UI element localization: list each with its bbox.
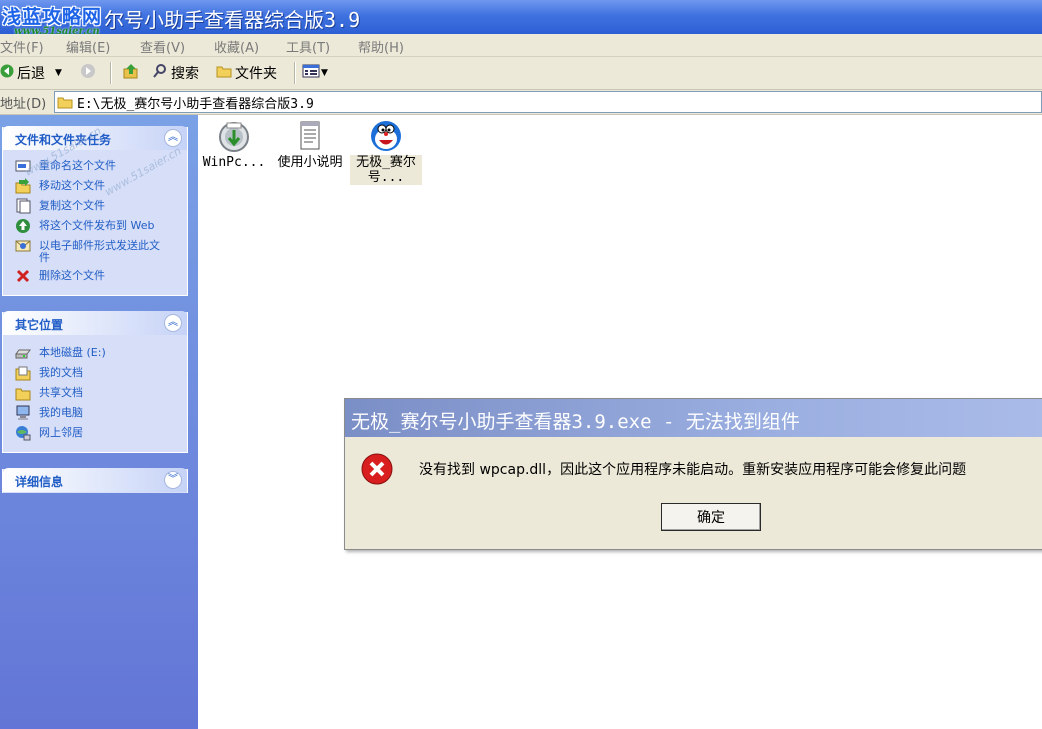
dialog-title: 无极_赛尔号小助手查看器3.9.exe - 无法找到组件 [351, 411, 800, 433]
toolbar-separator [294, 62, 296, 84]
file-name: WinPc... [202, 155, 266, 170]
address-bar: 地址(D) E:\无极_赛尔号小助手查看器综合版3.9 [0, 90, 1042, 115]
task-copy-label: 复制这个文件 [39, 199, 105, 212]
menu-bar: 文件(F) 编辑(E) 查看(V) 收藏(A) 工具(T) 帮助(H) [0, 34, 1042, 57]
menu-favorites[interactable]: 收藏(A) [214, 37, 259, 56]
logo-text: 浅蓝攻略网 [2, 6, 103, 28]
drive-icon [15, 345, 31, 361]
up-folder-button[interactable] [122, 61, 140, 85]
views-dropdown-icon: ▼ [321, 68, 328, 78]
search-label: 搜索 [171, 66, 199, 82]
task-publish-web-label: 将这个文件发布到 Web [39, 219, 155, 232]
collapse-icon[interactable]: ︽ [164, 129, 182, 147]
place-local-disk[interactable]: 本地磁盘 (E:) [3, 343, 187, 363]
menu-tools[interactable]: 工具(T) [286, 37, 330, 56]
task-publish-web[interactable]: 将这个文件发布到 Web [3, 216, 187, 236]
file-item[interactable]: 使用小说明 [274, 115, 346, 170]
views-button[interactable]: ▼ [302, 61, 328, 85]
shared-documents-icon [15, 385, 31, 401]
toolbar: 后退 ▼ 搜索 文件夹 ▼ [0, 57, 1042, 90]
ok-button[interactable]: 确定 [661, 503, 761, 531]
task-email[interactable]: 以电子邮件形式发送此文件 [3, 236, 187, 266]
up-folder-icon [122, 62, 140, 84]
copy-icon [15, 198, 31, 214]
window-title: 尔号小助手查看器综合版3.9 [104, 8, 361, 32]
forward-button[interactable] [80, 61, 96, 85]
address-input[interactable]: E:\无极_赛尔号小助手查看器综合版3.9 [54, 91, 1042, 113]
email-icon [15, 238, 31, 254]
publish-web-icon [15, 218, 31, 234]
delete-icon [15, 268, 31, 284]
folder-icon [216, 64, 232, 82]
task-pane: 文件和文件夹任务 ︽ 重命名这个文件 移动这个文件 复制这个文件 将这个文件发布… [0, 115, 198, 729]
task-delete[interactable]: 删除这个文件 [3, 266, 187, 286]
task-delete-label: 删除这个文件 [39, 269, 105, 282]
place-shared-documents-label: 共享文档 [39, 386, 83, 399]
folders-button[interactable]: 文件夹 [216, 61, 277, 85]
network-icon [15, 425, 31, 441]
site-logo: 浅蓝攻略网 www.51saier.cn [0, 2, 124, 42]
error-dialog: 无极_赛尔号小助手查看器3.9.exe - 无法找到组件 没有找到 wpcap.… [344, 398, 1042, 550]
search-icon [152, 63, 168, 83]
forward-arrow-icon [80, 63, 96, 83]
place-my-documents[interactable]: 我的文档 [3, 363, 187, 383]
task-email-label: 以电子邮件形式发送此文件 [39, 239, 160, 264]
place-my-computer-label: 我的电脑 [39, 406, 83, 419]
place-my-documents-label: 我的文档 [39, 366, 83, 379]
file-name: 无极_赛尔号... [350, 155, 422, 185]
views-icon [302, 64, 320, 82]
dialog-title-bar[interactable]: 无极_赛尔号小助手查看器3.9.exe - 无法找到组件 [345, 399, 1042, 437]
file-tasks-panel: 文件和文件夹任务 ︽ 重命名这个文件 移动这个文件 复制这个文件 将这个文件发布… [2, 126, 188, 296]
text-document-icon [293, 119, 327, 153]
toolbar-separator [110, 62, 112, 84]
address-path: E:\无极_赛尔号小助手查看器综合版3.9 [77, 96, 314, 112]
error-icon [361, 453, 393, 485]
details-title: 详细信息 [15, 475, 64, 489]
task-move[interactable]: 移动这个文件 [3, 176, 187, 196]
back-arrow-icon [0, 64, 14, 82]
file-item[interactable]: WinPc... [198, 115, 270, 170]
place-my-computer[interactable]: 我的电脑 [3, 403, 187, 423]
other-places-title: 其它位置 [15, 318, 64, 332]
place-local-disk-label: 本地磁盘 (E:) [39, 346, 106, 359]
folders-label: 文件夹 [235, 66, 277, 82]
installer-icon [217, 119, 251, 153]
expand-icon[interactable]: ︾ [164, 471, 182, 489]
place-shared-documents[interactable]: 共享文档 [3, 383, 187, 403]
details-header[interactable]: 详细信息 ︾ [3, 468, 187, 492]
back-label: 后退 [17, 66, 45, 82]
back-dropdown-icon[interactable]: ▼ [55, 68, 62, 78]
task-copy[interactable]: 复制这个文件 [3, 196, 187, 216]
other-places-header[interactable]: 其它位置 ︽ [3, 311, 187, 335]
file-name: 使用小说明 [277, 155, 343, 170]
title-bar: 尔号小助手查看器综合版3.9 [0, 0, 1042, 34]
other-places-panel: 其它位置 ︽ 本地磁盘 (E:) 我的文档 共享文档 我的电脑 网上邻居 [2, 311, 188, 453]
move-icon [15, 178, 31, 194]
menu-view[interactable]: 查看(V) [140, 37, 185, 56]
dialog-message: 没有找到 wpcap.dll，因此这个应用程序未能启动。重新安装应用程序可能会修… [419, 462, 967, 478]
my-documents-icon [15, 365, 31, 381]
doraemon-exe-icon [369, 119, 403, 153]
place-network-label: 网上邻居 [39, 426, 83, 439]
my-computer-icon [15, 405, 31, 421]
logo-url: www.51saier.cn [14, 26, 100, 37]
search-button[interactable]: 搜索 [152, 61, 199, 85]
menu-help[interactable]: 帮助(H) [358, 37, 404, 56]
address-label: 地址(D) [0, 97, 47, 112]
details-panel: 详细信息 ︾ [2, 468, 188, 493]
collapse-icon[interactable]: ︽ [164, 314, 182, 332]
folder-icon [57, 95, 73, 109]
file-item-selected[interactable]: 无极_赛尔号... [350, 115, 422, 185]
back-button[interactable]: 后退 ▼ [0, 61, 62, 85]
place-network[interactable]: 网上邻居 [3, 423, 187, 443]
